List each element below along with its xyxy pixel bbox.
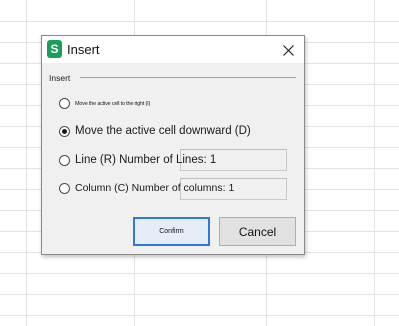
option-entire-row[interactable]: Line (R) Number of Lines: 1 bbox=[59, 154, 216, 166]
close-button[interactable] bbox=[276, 39, 300, 61]
confirm-button[interactable]: Confirm bbox=[133, 217, 210, 246]
radio-entire-column[interactable] bbox=[59, 182, 70, 194]
option-label: Column (C) Number of columns: 1 bbox=[75, 182, 235, 194]
close-icon bbox=[282, 44, 294, 56]
radio-shift-right[interactable] bbox=[59, 98, 70, 109]
insert-dialog: S Insert Insert Move the active cell to … bbox=[41, 35, 305, 255]
option-shift-right[interactable]: Move the active cell to the right (I) bbox=[59, 98, 150, 109]
radio-entire-row[interactable] bbox=[59, 154, 70, 166]
group-divider bbox=[80, 77, 296, 78]
spreadsheet-app-icon: S bbox=[47, 40, 62, 58]
option-label: Move the active cell downward (D) bbox=[75, 125, 251, 137]
dialog-title: Insert bbox=[67, 42, 100, 57]
option-label: Move the active cell to the right (I) bbox=[75, 100, 151, 107]
group-label: Insert bbox=[49, 73, 71, 83]
option-label: Line (R) Number of Lines: 1 bbox=[75, 154, 217, 166]
cancel-button[interactable]: Cancel bbox=[219, 217, 296, 246]
dialog-titlebar[interactable]: S Insert bbox=[42, 36, 304, 63]
option-shift-down[interactable]: Move the active cell downward (D) bbox=[59, 125, 251, 137]
radio-shift-down[interactable] bbox=[59, 125, 70, 137]
option-entire-column[interactable]: Column (C) Number of columns: 1 bbox=[59, 182, 234, 194]
